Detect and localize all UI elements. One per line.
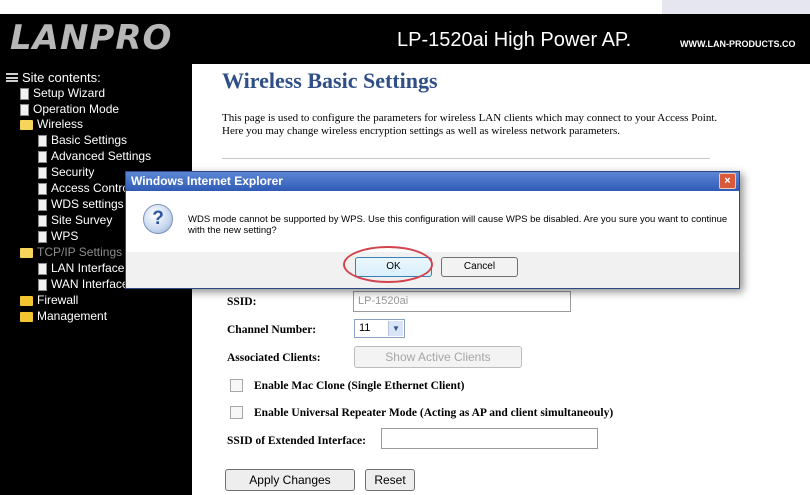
- sidebar-item-firewall[interactable]: Firewall: [20, 293, 78, 308]
- site-url: WWW.LAN-PRODUCTS.CO: [680, 39, 796, 49]
- channel-number-value: 11: [359, 322, 371, 334]
- folder-icon: [20, 311, 33, 322]
- universal-repeater-label: Enable Universal Repeater Mode (Acting a…: [254, 407, 614, 419]
- doc-icon: [38, 230, 47, 243]
- sidebar-item-access-control[interactable]: Access Control: [38, 181, 132, 196]
- confirm-dialog: Windows Internet Explorer × ? WDS mode c…: [125, 171, 740, 289]
- doc-icon: [38, 214, 47, 227]
- sidebar-item-site-survey[interactable]: Site Survey: [38, 213, 112, 228]
- chevron-down-icon: ▼: [388, 321, 403, 336]
- folder-icon: [20, 295, 33, 306]
- sidebar-item-tcpip-settings[interactable]: TCP/IP Settings: [20, 245, 122, 260]
- doc-icon: [38, 278, 47, 291]
- dialog-title: Windows Internet Explorer: [131, 174, 283, 188]
- page-title: Wireless Basic Settings: [222, 68, 438, 93]
- sidebar-item-wds-settings[interactable]: WDS settings: [38, 197, 124, 212]
- page-description: This page is used to configure the param…: [222, 112, 718, 137]
- mac-clone-label: Enable Mac Clone (Single Ethernet Client…: [254, 380, 465, 392]
- folder-open-icon: [20, 119, 33, 130]
- ssid-label: SSID:: [227, 296, 257, 308]
- channel-number-select[interactable]: 11 ▼: [354, 319, 405, 338]
- divider: [222, 158, 710, 159]
- doc-icon: [38, 182, 47, 195]
- show-active-clients-button[interactable]: Show Active Clients: [354, 346, 522, 368]
- extended-ssid-label: SSID of Extended Interface:: [227, 435, 366, 447]
- cancel-button[interactable]: Cancel: [441, 257, 518, 277]
- product-name: LP-1520ai High Power AP.: [397, 29, 632, 51]
- ok-highlight-circle: [343, 246, 433, 283]
- doc-icon: [38, 150, 47, 163]
- sidebar-item-security[interactable]: Security: [38, 165, 94, 180]
- doc-icon: [20, 103, 29, 116]
- sidebar-item-operation-mode[interactable]: Operation Mode: [20, 102, 119, 117]
- sidebar-item-management[interactable]: Management: [20, 309, 107, 324]
- sidebar-item-wan-interface[interactable]: WAN Interface: [38, 277, 129, 292]
- dialog-button-area: [126, 252, 739, 288]
- sidebar-item-basic-settings[interactable]: Basic Settings: [38, 133, 127, 148]
- channel-number-label: Channel Number:: [227, 324, 317, 336]
- doc-icon: [38, 198, 47, 211]
- dialog-titlebar[interactable]: Windows Internet Explorer ×: [126, 172, 739, 191]
- doc-icon: [38, 134, 47, 147]
- corner-decoration: [662, 0, 810, 14]
- folder-open-icon: [20, 247, 33, 258]
- associated-clients-label: Associated Clients:: [227, 352, 321, 364]
- reset-button[interactable]: Reset: [365, 469, 415, 491]
- apply-changes-button[interactable]: Apply Changes: [225, 469, 355, 491]
- question-icon: ?: [143, 204, 173, 234]
- dialog-message: WDS mode cannot be supported by WPS. Use…: [188, 214, 728, 236]
- universal-repeater-checkbox[interactable]: [230, 406, 243, 419]
- sidebar-item-setup-wizard[interactable]: Setup Wizard: [20, 86, 105, 101]
- sidebar-item-advanced-settings[interactable]: Advanced Settings: [38, 149, 151, 164]
- sidebar-item-lan-interface[interactable]: LAN Interface: [38, 261, 124, 276]
- sidebar-item-wps[interactable]: WPS: [38, 229, 78, 244]
- doc-icon: [38, 166, 47, 179]
- mac-clone-checkbox[interactable]: [230, 379, 243, 392]
- doc-icon: [20, 87, 29, 100]
- lanpro-logo: LANPRO: [10, 18, 173, 58]
- site-contents-icon: [6, 73, 18, 82]
- ssid-input[interactable]: LP-1520ai: [353, 291, 571, 312]
- sidebar-item-wireless[interactable]: Wireless: [20, 117, 83, 132]
- page-header: LANPRO LP-1520ai High Power AP. WWW.LAN-…: [0, 14, 810, 64]
- doc-icon: [38, 262, 47, 275]
- sidebar-title: Site contents:: [6, 70, 101, 85]
- extended-ssid-input[interactable]: [381, 428, 598, 449]
- close-icon[interactable]: ×: [719, 173, 736, 189]
